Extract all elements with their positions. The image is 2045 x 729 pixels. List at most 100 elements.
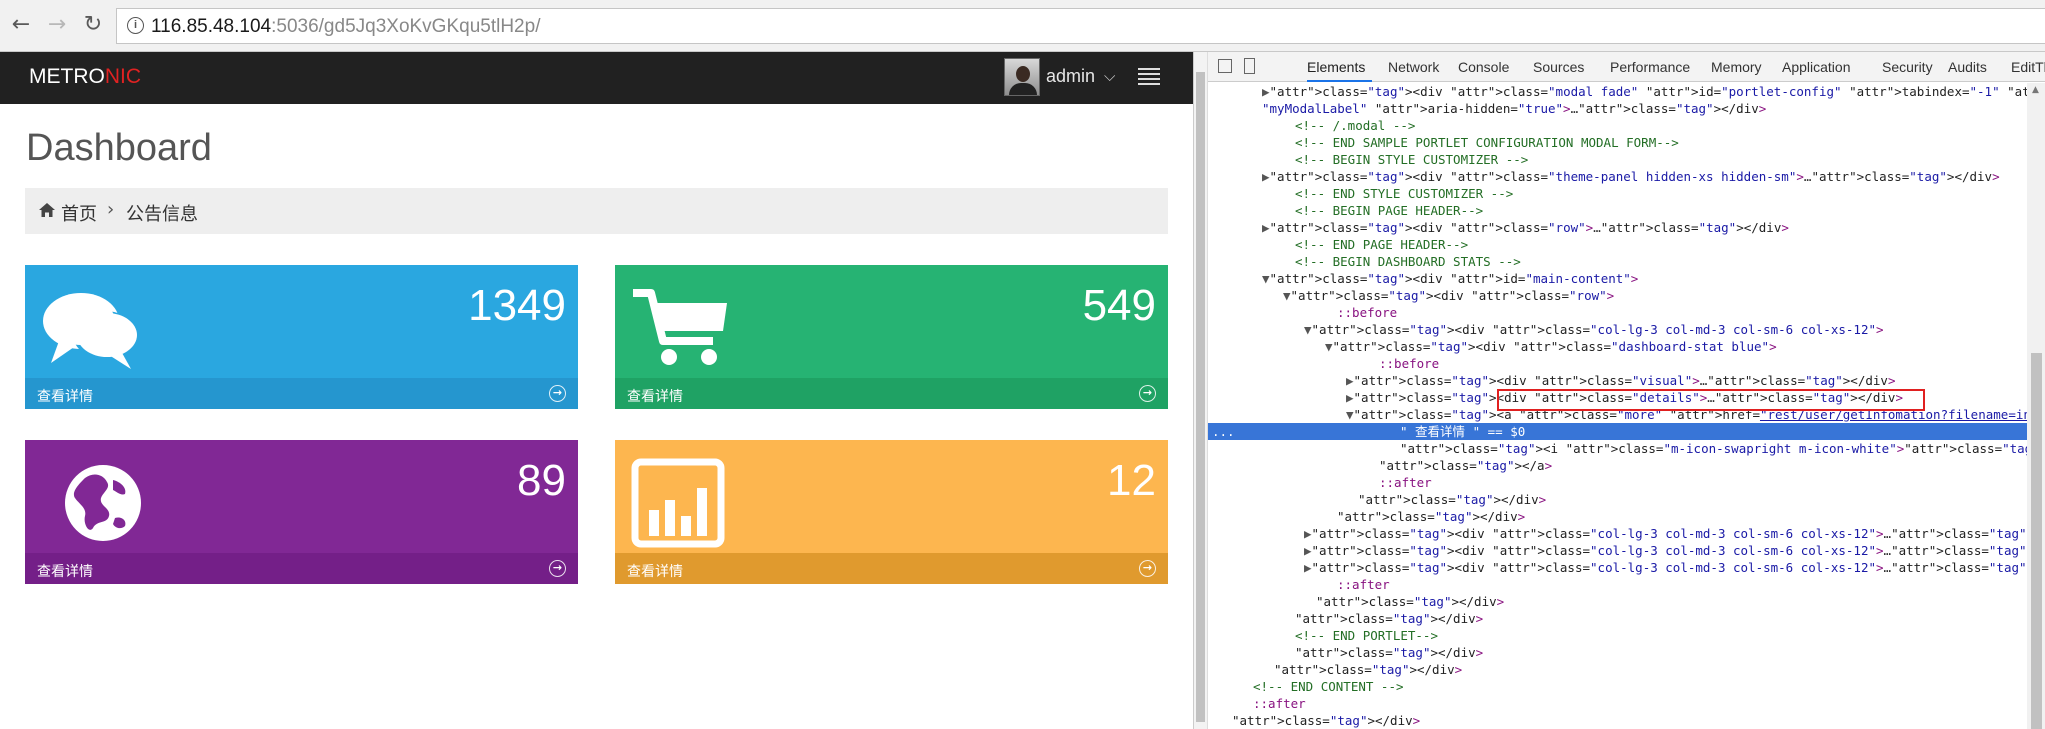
dom-node-line[interactable]: ▼"attr">class="tag"><div "attr">class="d… bbox=[1208, 338, 2027, 355]
forward-button[interactable]: → bbox=[45, 13, 69, 37]
page-scrollbar[interactable] bbox=[1194, 52, 1208, 729]
dom-node-line[interactable]: ▶"attr">class="tag"><div "attr">class="r… bbox=[1208, 219, 2027, 236]
dom-node-line[interactable]: ▶"attr">class="tag"><div "attr">class="c… bbox=[1208, 559, 2027, 576]
stat-number: 1349 bbox=[468, 281, 566, 330]
dom-node-line[interactable]: ▶"attr">class="tag"><div "attr">class="c… bbox=[1208, 542, 2027, 559]
dom-node-line[interactable]: <!-- END CONTENT --> bbox=[1208, 678, 2027, 695]
tab-network[interactable]: Network bbox=[1388, 59, 1439, 75]
dom-node-line[interactable]: ▼"attr">class="tag"><div "attr">class="c… bbox=[1208, 321, 2027, 338]
dom-node-line[interactable]: ▶"attr">class="tag"><div "attr">class="d… bbox=[1208, 389, 2027, 406]
devtools-panel: Elements Network Console Sources Performance… bbox=[1193, 52, 2045, 729]
arrow-right-circle-icon: → bbox=[549, 385, 566, 402]
devtools-tab-bar: Elements Network Console Sources Performance… bbox=[1208, 52, 2045, 82]
avatar[interactable] bbox=[1004, 58, 1040, 96]
breadcrumb-separator: › bbox=[107, 199, 115, 220]
logo[interactable]: METRONIC bbox=[29, 65, 141, 89]
url-path: :5036/gd5Jq3XoKvGKqu5tlH2p/ bbox=[271, 16, 541, 37]
view-details-label: 查看详情 bbox=[627, 388, 683, 404]
address-bar[interactable]: i 116.85.48.104:5036/gd5Jq3XoKvGKqu5tlH2… bbox=[116, 8, 2045, 44]
stat-card-cart: 549 查看详情 → bbox=[615, 265, 1168, 409]
view-details-label: 查看详情 bbox=[627, 563, 683, 579]
browser-toolbar: ← → ↻ i 116.85.48.104:5036/gd5Jq3XoKvGKq… bbox=[0, 0, 2045, 52]
comments-icon bbox=[43, 293, 137, 369]
view-details-link[interactable]: 查看详情 → bbox=[25, 378, 578, 409]
dom-node-line[interactable]: ▼"attr">class="tag"><a "attr">class="mor… bbox=[1208, 406, 2027, 423]
dom-node-line[interactable]: <!-- END PAGE HEADER--> bbox=[1208, 236, 2027, 253]
dom-node-line[interactable]: ::before bbox=[1208, 355, 2027, 372]
user-name[interactable]: admin bbox=[1046, 66, 1095, 87]
device-toolbar-icon[interactable] bbox=[1244, 58, 1255, 74]
dom-node-line[interactable]: "attr">class="tag"></div> bbox=[1208, 593, 2027, 610]
dom-node-line[interactable]: ::after bbox=[1208, 576, 2027, 593]
url-host: 116.85.48.104 bbox=[151, 16, 272, 37]
dom-node-line[interactable]: <!-- END STYLE CUSTOMIZER --> bbox=[1208, 185, 2027, 202]
dom-node-line[interactable]: ▼"attr">class="tag"><div "attr">id="main… bbox=[1208, 270, 2027, 287]
dom-node-line[interactable]: ▶"attr">class="tag"><div "attr">class="t… bbox=[1208, 168, 2027, 185]
page-title: Dashboard bbox=[26, 127, 212, 169]
back-button[interactable]: ← bbox=[9, 13, 33, 37]
stat-number: 89 bbox=[517, 456, 566, 505]
selected-node[interactable]: ... " 查看详情 " == $0 bbox=[1208, 423, 2027, 440]
dom-node-line[interactable]: "attr">class="tag"></div> bbox=[1208, 491, 2027, 508]
home-icon[interactable] bbox=[39, 203, 55, 217]
bar-chart-icon bbox=[631, 458, 725, 548]
top-navbar: METRONIC admin ⌵ bbox=[0, 52, 1193, 104]
tab-application[interactable]: Application bbox=[1782, 59, 1851, 75]
arrow-right-circle-icon: → bbox=[1139, 385, 1156, 402]
url-text[interactable]: 116.85.48.104:5036/gd5Jq3XoKvGKqu5tlH2p/ bbox=[151, 16, 540, 38]
globe-icon bbox=[65, 465, 141, 541]
dom-node-line[interactable]: <!-- END SAMPLE PORTLET CONFIGURATION MO… bbox=[1208, 134, 2027, 151]
tab-audits[interactable]: Audits bbox=[1948, 59, 1987, 75]
elements-tree[interactable]: ▶"attr">class="tag"><div "attr">class="m… bbox=[1208, 83, 2027, 729]
view-details-link[interactable]: 查看详情 → bbox=[25, 553, 578, 584]
view-details-label: 查看详情 bbox=[37, 563, 93, 579]
tab-security[interactable]: Security bbox=[1882, 59, 1933, 75]
dom-node-line[interactable]: ▶"attr">class="tag"><div "attr">class="m… bbox=[1208, 83, 2027, 100]
dom-node-line[interactable]: ▼"attr">class="tag"><div "attr">class="r… bbox=[1208, 287, 2027, 304]
tab-performance[interactable]: Performance bbox=[1610, 59, 1690, 75]
dom-node-line[interactable]: "attr">class="tag"><i "attr">class="m-ic… bbox=[1208, 440, 2027, 457]
stat-card-globe: 89 查看详情 → bbox=[25, 440, 578, 584]
reload-button[interactable]: ↻ bbox=[81, 13, 105, 37]
view-details-label: 查看详情 bbox=[37, 388, 93, 404]
shopping-cart-icon bbox=[633, 289, 727, 365]
breadcrumb-home-link[interactable]: 首页 bbox=[61, 200, 97, 226]
info-icon[interactable]: i bbox=[127, 17, 144, 34]
dom-node-line[interactable]: "attr">class="tag"></div> bbox=[1208, 644, 2027, 661]
tab-editthiscoo[interactable]: EditThisCoo bbox=[2011, 59, 2045, 75]
dom-node-line[interactable]: <!-- END PORTLET--> bbox=[1208, 627, 2027, 644]
dom-node-line[interactable]: ::before bbox=[1208, 304, 2027, 321]
tab-sources[interactable]: Sources bbox=[1533, 59, 1584, 75]
tab-elements[interactable]: Elements bbox=[1307, 59, 1365, 75]
tab-memory[interactable]: Memory bbox=[1711, 59, 1762, 75]
stat-card-chart: 12 查看详情 → bbox=[615, 440, 1168, 584]
view-details-link[interactable]: 查看详情 → bbox=[615, 553, 1168, 584]
dom-node-line[interactable]: "attr">class="tag"></div> bbox=[1208, 661, 2027, 678]
dom-node-line[interactable]: <!-- BEGIN DASHBOARD STATS --> bbox=[1208, 253, 2027, 270]
dom-node-line[interactable]: <!-- BEGIN STYLE CUSTOMIZER --> bbox=[1208, 151, 2027, 168]
breadcrumb: 首页 › 公告信息 bbox=[25, 188, 1168, 234]
dom-node-line[interactable]: "attr">class="tag"></a> bbox=[1208, 457, 2027, 474]
dom-node-line[interactable]: "attr">class="tag"></div> bbox=[1208, 712, 2027, 729]
dom-node-line[interactable]: ::after bbox=[1208, 474, 2027, 491]
dom-node-line[interactable]: <!-- BEGIN PAGE HEADER--> bbox=[1208, 202, 2027, 219]
view-details-link[interactable]: 查看详情 → bbox=[615, 378, 1168, 409]
logo-accent: NIC bbox=[104, 65, 141, 88]
dom-node-line[interactable]: "attr">class="tag"></div> bbox=[1208, 610, 2027, 627]
hamburger-menu-icon[interactable] bbox=[1138, 68, 1160, 86]
dom-node-line[interactable]: ▶"attr">class="tag"><div "attr">class="v… bbox=[1208, 372, 2027, 389]
inspect-element-icon[interactable] bbox=[1218, 59, 1232, 73]
stat-number: 549 bbox=[1082, 281, 1156, 330]
arrow-right-circle-icon: → bbox=[1139, 560, 1156, 577]
stat-number: 12 bbox=[1107, 456, 1156, 505]
active-tab-indicator bbox=[1307, 80, 1372, 82]
chevron-down-icon[interactable]: ⌵ bbox=[1104, 67, 1115, 85]
elements-scrollbar[interactable]: ▲ bbox=[2027, 83, 2045, 729]
tab-console[interactable]: Console bbox=[1458, 59, 1509, 75]
dom-node-line[interactable]: ::after bbox=[1208, 695, 2027, 712]
dom-node-line[interactable]: ▶"attr">class="tag"><div "attr">class="c… bbox=[1208, 525, 2027, 542]
logo-main: METRO bbox=[29, 65, 105, 88]
dom-node-line[interactable]: "attr">class="tag"></div> bbox=[1208, 508, 2027, 525]
dom-node-line[interactable]: "myModalLabel" "attr">aria-hidden="true"… bbox=[1208, 100, 2027, 117]
dom-node-line[interactable]: <!-- /.modal --> bbox=[1208, 117, 2027, 134]
